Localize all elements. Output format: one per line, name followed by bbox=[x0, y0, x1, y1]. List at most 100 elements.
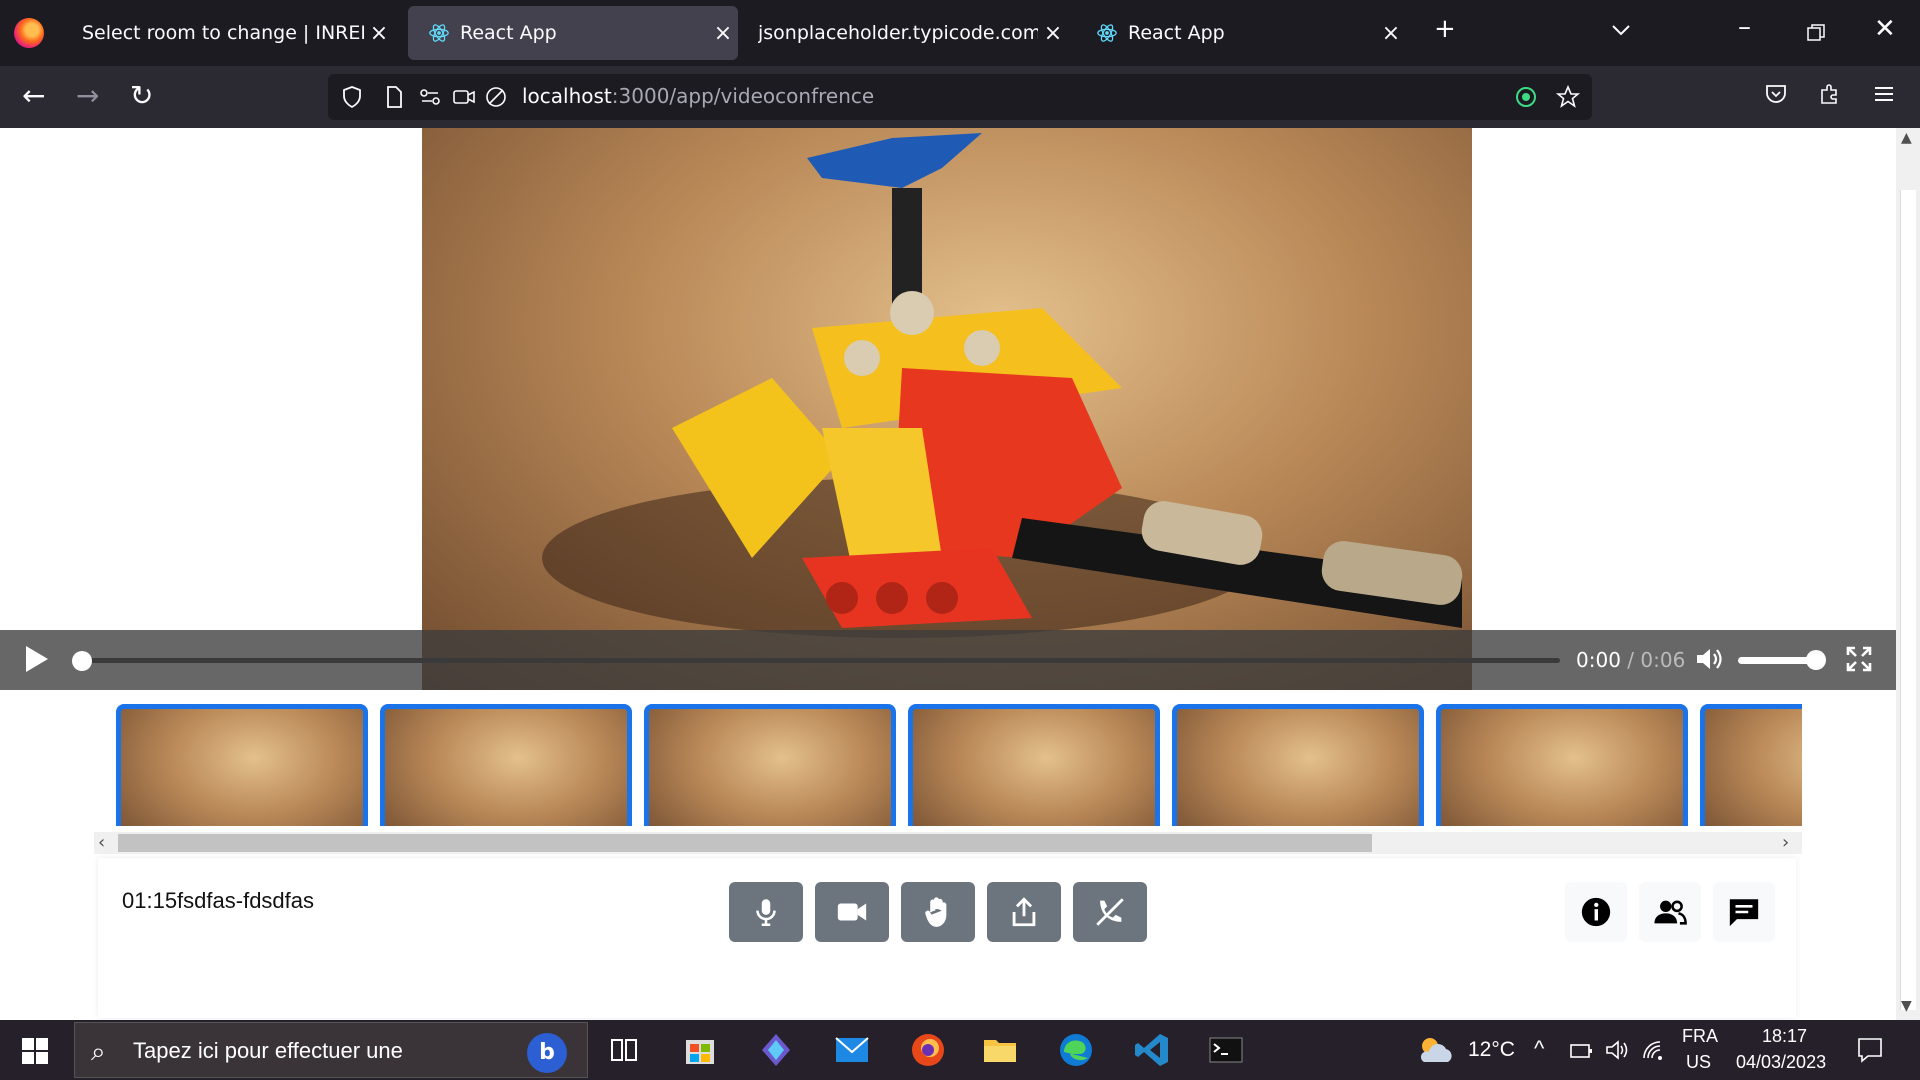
tab-label: React App bbox=[460, 22, 557, 44]
restore-icon[interactable] bbox=[1806, 20, 1826, 50]
tab-jsonplaceholder[interactable]: jsonplaceholder.typicode.com/posts × bbox=[738, 6, 1068, 60]
speaker-icon[interactable] bbox=[1604, 1038, 1630, 1062]
camera-icon bbox=[837, 903, 867, 921]
mic-icon bbox=[756, 899, 776, 927]
vscode-icon[interactable] bbox=[1130, 1028, 1174, 1072]
video-player[interactable]: 0:00 / 0:06 bbox=[0, 128, 1896, 690]
tab-close-icon[interactable]: × bbox=[1038, 21, 1068, 46]
video-controls-bar: 0:00 / 0:06 bbox=[0, 630, 1896, 690]
autoplay-blocked-icon[interactable] bbox=[484, 85, 508, 109]
thumbnail-video[interactable] bbox=[644, 704, 896, 826]
tab-close-icon[interactable]: × bbox=[1376, 21, 1406, 46]
thumbnail-video[interactable] bbox=[908, 704, 1160, 826]
tab-react-app-active[interactable]: React App × bbox=[408, 6, 738, 60]
volume-slider[interactable] bbox=[1738, 657, 1814, 664]
participant-thumbnails bbox=[116, 704, 1802, 826]
extension-target-icon[interactable] bbox=[1514, 85, 1538, 109]
tray-chevron-up-icon[interactable]: ^ bbox=[1534, 1036, 1544, 1062]
scrollbar-thumb[interactable] bbox=[118, 834, 1372, 852]
weather-temperature[interactable]: 12°C bbox=[1468, 1038, 1515, 1062]
play-icon[interactable] bbox=[26, 646, 48, 672]
back-arrow-icon[interactable]: ← bbox=[22, 80, 45, 112]
participants-button[interactable] bbox=[1639, 882, 1701, 942]
clock-time[interactable]: 18:17 bbox=[1762, 1026, 1807, 1047]
scroll-right-icon[interactable]: › bbox=[1782, 832, 1789, 853]
page-info-icon[interactable] bbox=[382, 85, 406, 109]
volume-handle[interactable] bbox=[1806, 650, 1826, 670]
firefox-taskbar-icon[interactable] bbox=[906, 1028, 950, 1072]
minimize-icon[interactable]: – bbox=[1738, 12, 1751, 42]
camera-permission-icon[interactable] bbox=[452, 85, 476, 109]
bing-icon[interactable]: b bbox=[527, 1033, 567, 1073]
copilot-icon[interactable] bbox=[754, 1028, 798, 1072]
task-view-icon[interactable] bbox=[602, 1028, 646, 1072]
tab-list-chevron-down-icon[interactable] bbox=[1610, 18, 1632, 48]
thumbnail-video[interactable] bbox=[380, 704, 632, 826]
video-frame[interactable] bbox=[422, 128, 1472, 690]
mail-icon[interactable] bbox=[830, 1028, 874, 1072]
clock-date[interactable]: 04/03/2023 bbox=[1736, 1052, 1826, 1073]
close-window-icon[interactable]: ✕ bbox=[1874, 14, 1896, 44]
seek-handle[interactable] bbox=[72, 651, 92, 671]
microsoft-store-icon[interactable] bbox=[678, 1028, 722, 1072]
edge-icon[interactable] bbox=[1054, 1028, 1098, 1072]
tab-react-app[interactable]: React App × bbox=[1076, 6, 1406, 60]
url-bar[interactable]: localhost:3000/app/videoconfrence bbox=[328, 74, 1592, 120]
current-time: 0:00 bbox=[1576, 648, 1621, 672]
duration: 0:06 bbox=[1640, 648, 1686, 672]
raise-hand-button[interactable] bbox=[901, 882, 975, 942]
thumbnail-video[interactable] bbox=[1700, 704, 1802, 826]
bookmark-star-icon[interactable] bbox=[1556, 85, 1580, 109]
fullscreen-icon[interactable] bbox=[1844, 644, 1874, 674]
pocket-icon[interactable] bbox=[1764, 82, 1788, 106]
chat-button[interactable] bbox=[1713, 882, 1775, 942]
camera-button[interactable] bbox=[815, 882, 889, 942]
notifications-icon[interactable] bbox=[1856, 1036, 1884, 1064]
taskbar-search[interactable]: ⌕ Tapez ici pour effectuer une b bbox=[74, 1022, 588, 1078]
tab-close-icon[interactable]: × bbox=[364, 21, 394, 46]
new-tab-plus-icon[interactable]: + bbox=[1434, 14, 1456, 44]
url-host: localhost bbox=[522, 84, 612, 108]
tab-admin[interactable]: Select room to change | INREPM Ad × bbox=[62, 6, 394, 60]
share-screen-button[interactable] bbox=[987, 882, 1061, 942]
thumbnail-video[interactable] bbox=[116, 704, 368, 826]
info-icon bbox=[1581, 897, 1611, 927]
thumbnail-scrollbar[interactable]: ‹ › bbox=[94, 832, 1802, 854]
tab-close-icon[interactable]: × bbox=[708, 21, 738, 46]
scroll-left-icon[interactable]: ‹ bbox=[98, 832, 105, 853]
wifi-icon[interactable] bbox=[1640, 1038, 1666, 1062]
browser-nav-bar: ← → ↻ localhost:3000/app/videoconfrence bbox=[0, 66, 1920, 128]
extensions-puzzle-icon[interactable] bbox=[1818, 82, 1842, 106]
scrollbar-thumb[interactable] bbox=[1900, 190, 1916, 1010]
reload-icon[interactable]: ↻ bbox=[130, 80, 153, 112]
battery-network-icon[interactable] bbox=[1568, 1040, 1594, 1062]
scroll-down-icon[interactable]: ▼ bbox=[1901, 998, 1912, 1014]
windows-start-icon[interactable] bbox=[22, 1038, 48, 1064]
thumbnail-video[interactable] bbox=[1172, 704, 1424, 826]
end-call-button[interactable] bbox=[1073, 882, 1147, 942]
page-vertical-scrollbar[interactable]: ▲ ▼ bbox=[1896, 128, 1920, 1020]
browser-tab-bar: Select room to change | INREPM Ad × Reac… bbox=[0, 0, 1920, 66]
firefox-logo-icon[interactable] bbox=[14, 18, 44, 48]
meeting-control-bar: 01:15fsdfas-fdsdfas bbox=[98, 858, 1796, 1018]
share-screen-icon bbox=[1012, 897, 1036, 927]
weather-cloud-icon[interactable] bbox=[1416, 1034, 1456, 1066]
scroll-up-icon[interactable]: ▲ bbox=[1901, 130, 1912, 146]
permissions-icon[interactable] bbox=[418, 85, 442, 109]
volume-icon[interactable] bbox=[1694, 644, 1724, 674]
tab-label: React App bbox=[1128, 22, 1225, 44]
terminal-icon[interactable] bbox=[1204, 1028, 1248, 1072]
language-code[interactable]: FRA bbox=[1682, 1026, 1718, 1047]
file-explorer-icon[interactable] bbox=[978, 1028, 1022, 1072]
raise-hand-icon bbox=[925, 897, 947, 927]
url-text[interactable]: localhost:3000/app/videoconfrence bbox=[522, 84, 874, 108]
thumbnail-video[interactable] bbox=[1436, 704, 1688, 826]
keyboard-layout[interactable]: US bbox=[1686, 1052, 1711, 1073]
forward-arrow-icon[interactable]: → bbox=[76, 80, 99, 112]
mic-button[interactable] bbox=[729, 882, 803, 942]
shield-icon[interactable] bbox=[340, 85, 364, 109]
info-button[interactable] bbox=[1565, 882, 1627, 942]
participants-icon bbox=[1654, 900, 1687, 925]
seek-bar[interactable] bbox=[80, 658, 1560, 663]
menu-hamburger-icon[interactable] bbox=[1872, 82, 1896, 106]
